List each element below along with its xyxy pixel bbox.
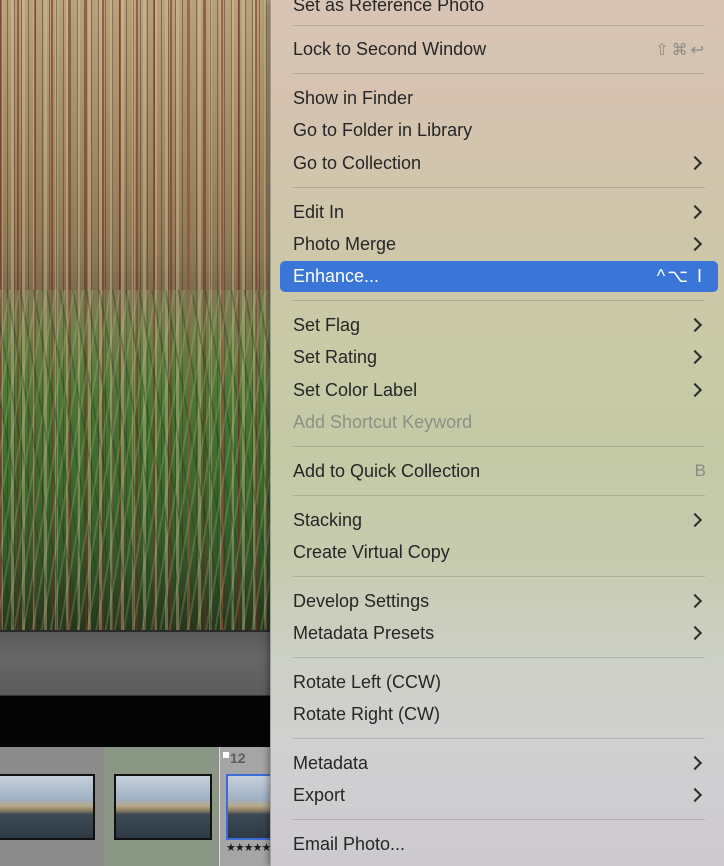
filmstrip-cell[interactable] bbox=[0, 747, 103, 866]
menu-item-enhance[interactable]: Enhance... ^⌥ I bbox=[280, 261, 718, 292]
command-icon: ⌘ bbox=[671, 42, 688, 59]
shortcut-keys: ^⌥ I bbox=[656, 266, 704, 286]
menu-item-set-flag[interactable]: Set Flag bbox=[280, 310, 718, 341]
chevron-right-icon bbox=[687, 787, 703, 803]
menu-separator bbox=[293, 73, 705, 74]
menu-item-metadata-presets[interactable]: Metadata Presets bbox=[280, 618, 718, 649]
menu-item-rotate-right[interactable]: Rotate Right (CW) bbox=[280, 699, 718, 730]
menu-separator bbox=[293, 187, 705, 188]
menu-item-add-to-quick-collection[interactable]: Add to Quick Collection B bbox=[280, 456, 718, 487]
menu-item-set-color-label[interactable]: Set Color Label bbox=[280, 375, 718, 406]
shift-icon: ⇧ bbox=[655, 42, 669, 59]
menu-separator bbox=[293, 738, 705, 739]
menu-separator bbox=[293, 657, 705, 658]
menu-item-label: Set Flag bbox=[293, 315, 361, 335]
menu-item-email-photo[interactable]: Email Photo... bbox=[280, 829, 718, 860]
menu-item-label: Rotate Left (CCW) bbox=[293, 672, 442, 692]
star-rating: ★★★★★ bbox=[226, 842, 271, 854]
menu-separator bbox=[293, 300, 705, 301]
toolbar-strip bbox=[0, 630, 275, 697]
menu-item-label: Show in Finder bbox=[293, 88, 414, 108]
menu-item-rotate-left[interactable]: Rotate Left (CCW) bbox=[280, 667, 718, 698]
menu-item-label: Add to Quick Collection bbox=[293, 461, 481, 481]
menu-separator bbox=[293, 495, 705, 496]
menu-item-set-reference[interactable]: Set as Reference Photo bbox=[280, 0, 718, 21]
menu-item-export[interactable]: Export bbox=[280, 780, 718, 811]
menu-separator bbox=[293, 819, 705, 820]
filmstrip-cell[interactable] bbox=[104, 747, 218, 866]
return-icon: ↩ bbox=[690, 42, 704, 59]
chevron-right-icon bbox=[687, 317, 703, 333]
chevron-right-icon bbox=[687, 349, 703, 365]
context-menu: Set as Reference Photo Lock to Second Wi… bbox=[270, 0, 724, 866]
menu-item-label: Metadata bbox=[293, 753, 369, 773]
chevron-right-icon bbox=[687, 155, 703, 171]
menu-item-label: Develop Settings bbox=[293, 591, 430, 611]
photo-preview bbox=[0, 0, 275, 630]
menu-item-show-in-finder[interactable]: Show in Finder bbox=[280, 83, 718, 114]
menu-item-edit-in[interactable]: Edit In bbox=[280, 197, 718, 228]
chevron-right-icon bbox=[687, 382, 703, 398]
menu-item-label: Set Rating bbox=[293, 347, 378, 367]
menu-item-label: Enhance... bbox=[293, 266, 380, 286]
thumbnail[interactable] bbox=[114, 774, 212, 840]
menu-item-label: Go to Folder in Library bbox=[293, 120, 473, 140]
shortcut-keys: ⇧ ⌘ ↩ bbox=[655, 40, 704, 60]
menu-item-label: Set Color Label bbox=[293, 380, 418, 400]
menu-separator bbox=[293, 576, 705, 577]
chevron-right-icon bbox=[687, 593, 703, 609]
menu-item-label: Go to Collection bbox=[293, 153, 422, 173]
menu-item-go-to-folder[interactable]: Go to Folder in Library bbox=[280, 115, 718, 146]
cell-number: 12 bbox=[230, 750, 246, 766]
filmstrip-header bbox=[0, 695, 275, 748]
menu-item-label: Edit In bbox=[293, 202, 345, 222]
menu-item-label: Set as Reference Photo bbox=[293, 0, 485, 15]
corner-flag-icon bbox=[223, 752, 229, 758]
menu-item-label: Export bbox=[293, 785, 346, 805]
chevron-right-icon bbox=[687, 755, 703, 771]
menu-item-metadata[interactable]: Metadata bbox=[280, 748, 718, 779]
menu-item-set-rating[interactable]: Set Rating bbox=[280, 342, 718, 373]
menu-item-stacking[interactable]: Stacking bbox=[280, 505, 718, 536]
menu-item-label: Metadata Presets bbox=[293, 623, 435, 643]
menu-item-label: Email Photo... bbox=[293, 834, 406, 854]
thumbnail[interactable] bbox=[0, 774, 95, 840]
menu-item-develop-settings[interactable]: Develop Settings bbox=[280, 586, 718, 617]
chevron-right-icon bbox=[687, 236, 703, 252]
menu-item-label: Lock to Second Window bbox=[293, 39, 487, 59]
filmstrip: 12 ★★★★★ bbox=[0, 747, 290, 866]
menu-item-label: Create Virtual Copy bbox=[293, 542, 450, 562]
menu-item-photo-merge[interactable]: Photo Merge bbox=[280, 229, 718, 260]
menu-item-add-shortcut-keyword: Add Shortcut Keyword bbox=[280, 407, 718, 438]
chevron-right-icon bbox=[687, 625, 703, 641]
menu-item-label: Rotate Right (CW) bbox=[293, 704, 441, 724]
menu-item-create-virtual-copy[interactable]: Create Virtual Copy bbox=[280, 537, 718, 568]
menu-item-label: Photo Merge bbox=[293, 234, 397, 254]
filmstrip-cell-selected[interactable]: 12 ★★★★★ bbox=[219, 747, 290, 866]
menu-separator bbox=[293, 446, 705, 447]
menu-item-label: Add Shortcut Keyword bbox=[293, 412, 473, 432]
shortcut-key: B bbox=[694, 461, 706, 480]
chevron-right-icon bbox=[687, 204, 703, 220]
chevron-right-icon bbox=[687, 512, 703, 528]
menu-item-lock-second-window[interactable]: Lock to Second Window ⇧ ⌘ ↩ bbox=[280, 34, 718, 65]
menu-item-go-to-collection[interactable]: Go to Collection bbox=[280, 148, 718, 179]
menu-item-label: Stacking bbox=[293, 510, 363, 530]
menu-separator bbox=[293, 25, 705, 26]
